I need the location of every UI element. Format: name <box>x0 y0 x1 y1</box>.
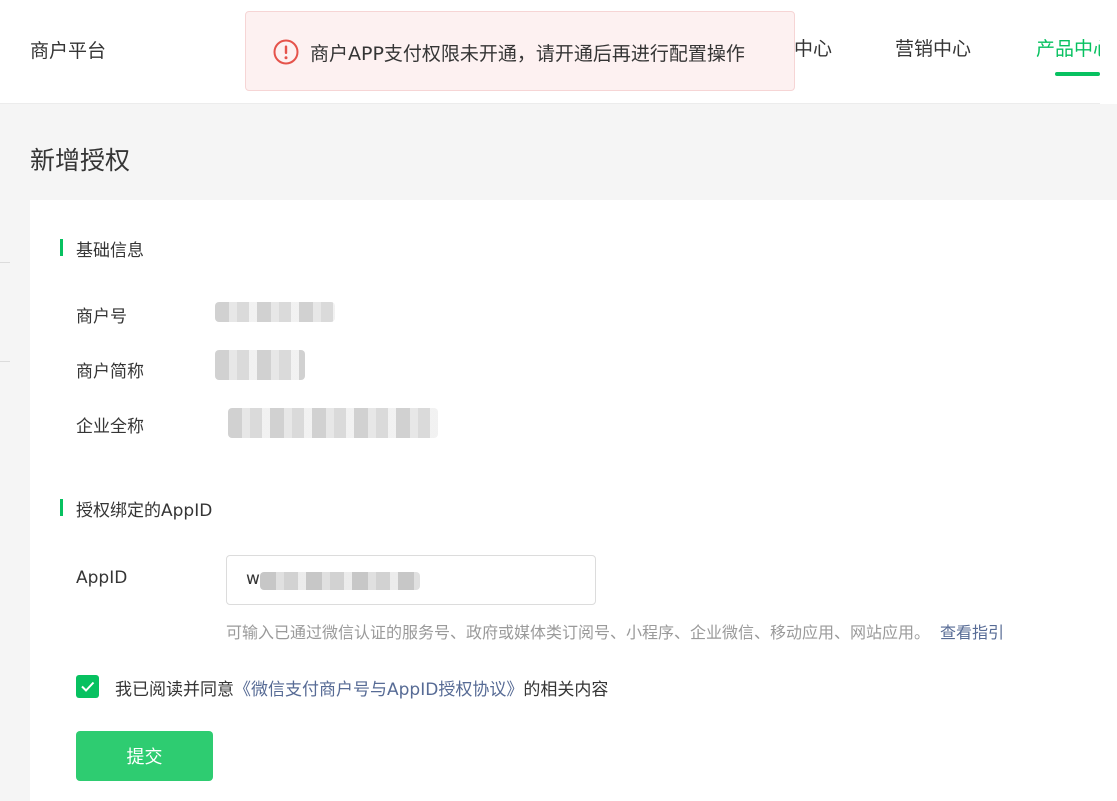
header-right-edge <box>1100 0 1117 104</box>
page-title: 新增授权 <box>30 146 131 175</box>
error-toast: 商户APP支付权限未开通，请开通后再进行配置操作 <box>245 11 795 91</box>
appid-label: AppID <box>76 568 128 588</box>
appid-value-masked <box>260 572 420 590</box>
section-title-appid: 授权绑定的AppID <box>60 496 212 521</box>
appid-input-value: w <box>246 569 260 589</box>
nav-item-marketing-center[interactable]: 营销中心 <box>895 34 971 61</box>
side-divider <box>0 361 10 362</box>
agreement-text: 我已阅读并同意《微信支付商户号与AppID授权协议》的相关内容 <box>115 675 608 700</box>
active-nav-indicator <box>1055 72 1100 76</box>
agreement-link[interactable]: 《微信支付商户号与AppID授权协议》 <box>234 680 523 700</box>
checkmark-icon <box>81 681 95 692</box>
error-circle-icon <box>273 39 299 65</box>
merchant-id-label: 商户号 <box>76 307 127 327</box>
appid-hint-text: 可输入已通过微信认证的服务号、政府或媒体类订阅号、小程序、企业微信、移动应用、网… <box>226 623 931 642</box>
agreement-suffix: 的相关内容 <box>523 680 609 700</box>
submit-button[interactable]: 提交 <box>76 731 213 781</box>
merchant-id-value-masked <box>215 302 335 322</box>
side-divider <box>0 262 10 263</box>
appid-input[interactable]: w <box>226 555 596 605</box>
toast-message: 商户APP支付权限未开通，请开通后再进行配置操作 <box>310 43 745 65</box>
nav-item-center[interactable]: 中心 <box>794 34 832 61</box>
company-full-name-value-masked <box>228 408 438 438</box>
appid-hint: 可输入已通过微信认证的服务号、政府或媒体类订阅号、小程序、企业微信、移动应用、网… <box>226 619 1004 643</box>
brand-title: 商户平台 <box>30 40 107 62</box>
merchant-short-name-value-masked <box>215 350 305 380</box>
agreement-prefix: 我已阅读并同意 <box>115 680 234 700</box>
company-full-name-label: 企业全称 <box>76 417 144 437</box>
agreement-checkbox[interactable] <box>76 675 99 698</box>
merchant-short-name-label: 商户简称 <box>76 362 144 382</box>
section-title-basic-info: 基础信息 <box>60 236 144 261</box>
view-guide-link[interactable]: 查看指引 <box>940 623 1004 642</box>
